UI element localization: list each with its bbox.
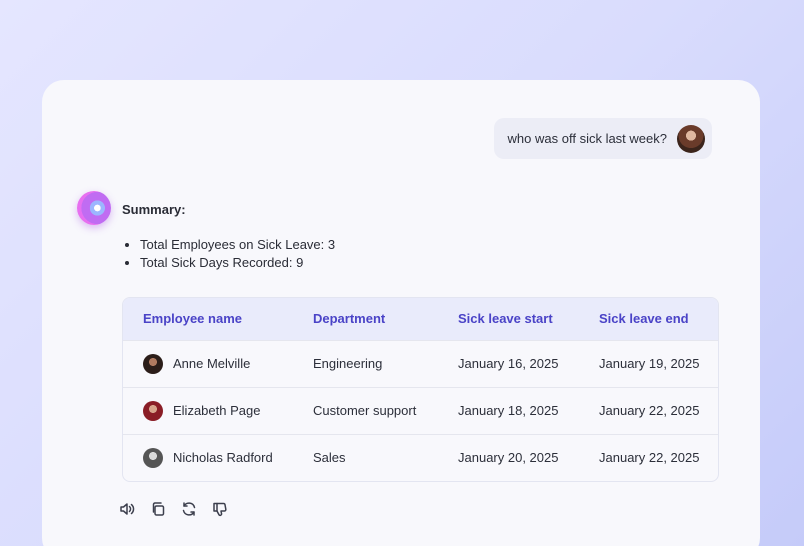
employee-name: Nicholas Radford — [173, 450, 273, 466]
start-date-cell: January 16, 2025 — [438, 339, 579, 387]
thumbs-down-icon[interactable] — [211, 500, 229, 518]
regenerate-icon[interactable] — [180, 500, 198, 518]
department-cell: Sales — [293, 433, 438, 481]
employee-cell: Nicholas Radford — [123, 433, 293, 481]
department-cell: Engineering — [293, 339, 438, 387]
table-header-row: Employee name Department Sick leave star… — [123, 298, 718, 340]
table-row: Anne Melville Engineering January 16, 20… — [123, 339, 718, 387]
chat-panel: who was off sick last week? Summary: Tot… — [42, 80, 760, 546]
user-message-bubble: who was off sick last week? — [493, 118, 712, 159]
speaker-icon[interactable] — [118, 500, 136, 518]
column-header-sick-leave-start: Sick leave start — [458, 311, 553, 327]
summary-item: Total Sick Days Recorded: 9 — [140, 254, 335, 272]
employee-name: Elizabeth Page — [173, 403, 261, 418]
summary-title: Summary: — [122, 202, 186, 217]
department-cell: Customer support — [293, 386, 438, 434]
end-date-cell: January 22, 2025 — [579, 433, 718, 481]
user-message-text: who was off sick last week? — [507, 131, 667, 146]
employee-cell: Elizabeth Page — [123, 386, 293, 434]
user-avatar — [677, 124, 705, 153]
table-row: Nicholas Radford Sales January 20, 2025 … — [123, 433, 718, 481]
message-actions — [118, 500, 229, 518]
summary-item: Total Employees on Sick Leave: 3 — [140, 236, 335, 254]
avatar — [143, 353, 163, 374]
start-date-cell: January 18, 2025 — [438, 386, 579, 434]
summary-list: Total Employees on Sick Leave: 3 Total S… — [140, 236, 335, 272]
sick-leave-table: Employee name Department Sick leave star… — [122, 297, 719, 482]
employee-name: Anne Melville — [173, 356, 251, 371]
assistant-orb-icon — [77, 191, 111, 225]
copy-icon[interactable] — [149, 500, 167, 518]
avatar — [143, 400, 163, 421]
start-date-cell: January 20, 2025 — [438, 433, 579, 481]
column-header-employee-name: Employee name — [143, 311, 242, 327]
end-date-cell: January 19, 2025 — [579, 339, 718, 387]
end-date-cell: January 22, 2025 — [579, 386, 718, 434]
avatar — [143, 447, 163, 468]
employee-cell: Anne Melville — [123, 339, 293, 387]
column-header-department: Department — [313, 311, 386, 327]
table-row: Elizabeth Page Customer support January … — [123, 386, 718, 434]
column-header-sick-leave-end: Sick leave end — [599, 311, 689, 327]
